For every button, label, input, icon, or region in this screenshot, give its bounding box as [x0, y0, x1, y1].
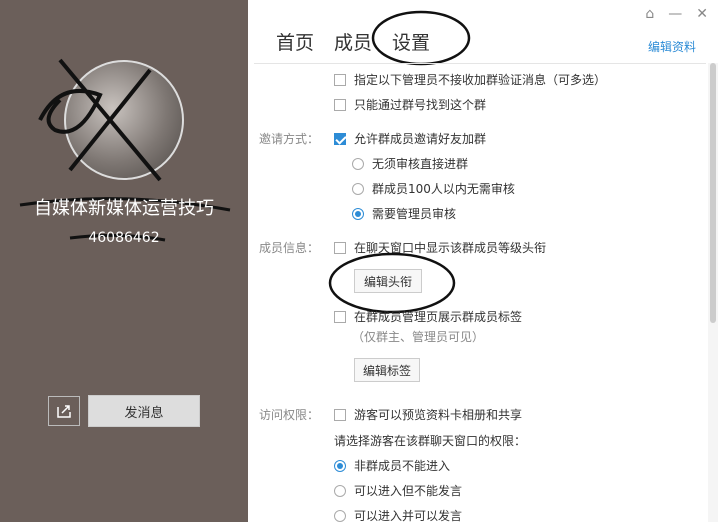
settings-content: 指定以下管理员不接收加群验证消息（可多选） 只能通过群号找到这个群 邀请方式： …	[248, 63, 708, 522]
scrollbar-thumb[interactable]	[710, 63, 716, 323]
opt-label: 群成员100人以内无需审核	[372, 182, 515, 196]
guest-option-no-entry[interactable]: 非群成员不能进入	[334, 457, 450, 474]
guest-option-enter-no-speak[interactable]: 可以进入但不能发言	[334, 482, 462, 499]
opt-label: 指定以下管理员不接收加群验证消息（可多选）	[354, 73, 607, 87]
close-icon[interactable]: ✕	[696, 6, 708, 22]
opt-label: 游客可以预览资料卡相册和共享	[354, 408, 523, 422]
share-icon	[57, 405, 71, 418]
tags-note: （仅群主、管理员可见）	[352, 330, 485, 344]
opt-no-verify-admins[interactable]: 指定以下管理员不接收加群验证消息（可多选）	[334, 71, 606, 88]
radio-selected[interactable]	[352, 207, 364, 220]
opt-label: 需要管理员审核	[372, 207, 457, 221]
checkbox[interactable]	[334, 408, 346, 421]
edit-tags-button[interactable]: 编辑标签	[354, 358, 420, 382]
checkbox-checked[interactable]	[334, 132, 346, 145]
guest-option-enter-speak[interactable]: 可以进入并可以发言	[334, 507, 462, 522]
opt-label: 可以进入并可以发言	[354, 509, 463, 522]
radio-selected[interactable]	[334, 459, 346, 472]
opt-label: 无须审核直接进群	[372, 157, 469, 171]
checkbox[interactable]	[334, 98, 346, 111]
checkbox[interactable]	[334, 73, 346, 86]
share-button[interactable]	[48, 396, 80, 426]
radio[interactable]	[352, 157, 364, 170]
window-controls: ⌂ — ✕	[645, 6, 708, 22]
tab-circle-annotation	[371, 10, 471, 66]
edit-profile-link[interactable]: 编辑资料	[648, 38, 696, 55]
skin-icon[interactable]: ⌂	[645, 6, 654, 22]
opt-label: 在群成员管理页展示群成员标签	[354, 310, 523, 324]
group-name: 自媒体新媒体运营技巧	[34, 198, 214, 219]
show-tags[interactable]: 在群成员管理页展示群成员标签	[334, 308, 522, 325]
edit-title-circle-annotation	[328, 252, 456, 314]
invite-option-admin-review[interactable]: 需要管理员审核	[352, 205, 456, 222]
radio[interactable]	[352, 182, 364, 195]
member-label: 成员信息：	[259, 241, 320, 255]
opt-label: 非群成员不能进入	[354, 459, 451, 473]
opt-find-by-number-only[interactable]: 只能通过群号找到这个群	[334, 96, 486, 113]
scribble-overlay	[19, 58, 231, 242]
checkbox[interactable]	[334, 310, 346, 323]
group-id: 46086462	[88, 230, 160, 246]
right-panel: ⌂ — ✕ 首页 成员 设置 编辑资料 指定以下管理员不接收加群验证消息（可多选…	[248, 0, 718, 522]
opt-label: 允许群成员邀请好友加群	[354, 132, 487, 146]
guest-prompt: 请选择游客在该群聊天窗口的权限：	[334, 434, 527, 448]
invite-option-under-100[interactable]: 群成员100人以内无需审核	[352, 180, 515, 197]
access-label: 访问权限：	[259, 408, 320, 422]
invite-label: 邀请方式：	[259, 132, 320, 146]
invite-allow[interactable]: 允许群成员邀请好友加群	[334, 130, 486, 147]
vertical-scrollbar[interactable]	[708, 63, 718, 522]
left-panel: 自媒体新媒体运营技巧 46086462 发消息	[0, 0, 248, 522]
tab-home[interactable]: 首页	[276, 28, 314, 55]
radio[interactable]	[334, 509, 346, 522]
opt-label: 只能通过群号找到这个群	[354, 98, 487, 112]
send-message-button[interactable]: 发消息	[88, 395, 200, 427]
opt-label: 可以进入但不能发言	[354, 484, 463, 498]
radio[interactable]	[334, 484, 346, 497]
minimize-icon[interactable]: —	[668, 6, 682, 22]
invite-option-direct[interactable]: 无须审核直接进群	[352, 155, 468, 172]
guest-preview[interactable]: 游客可以预览资料卡相册和共享	[334, 406, 522, 423]
